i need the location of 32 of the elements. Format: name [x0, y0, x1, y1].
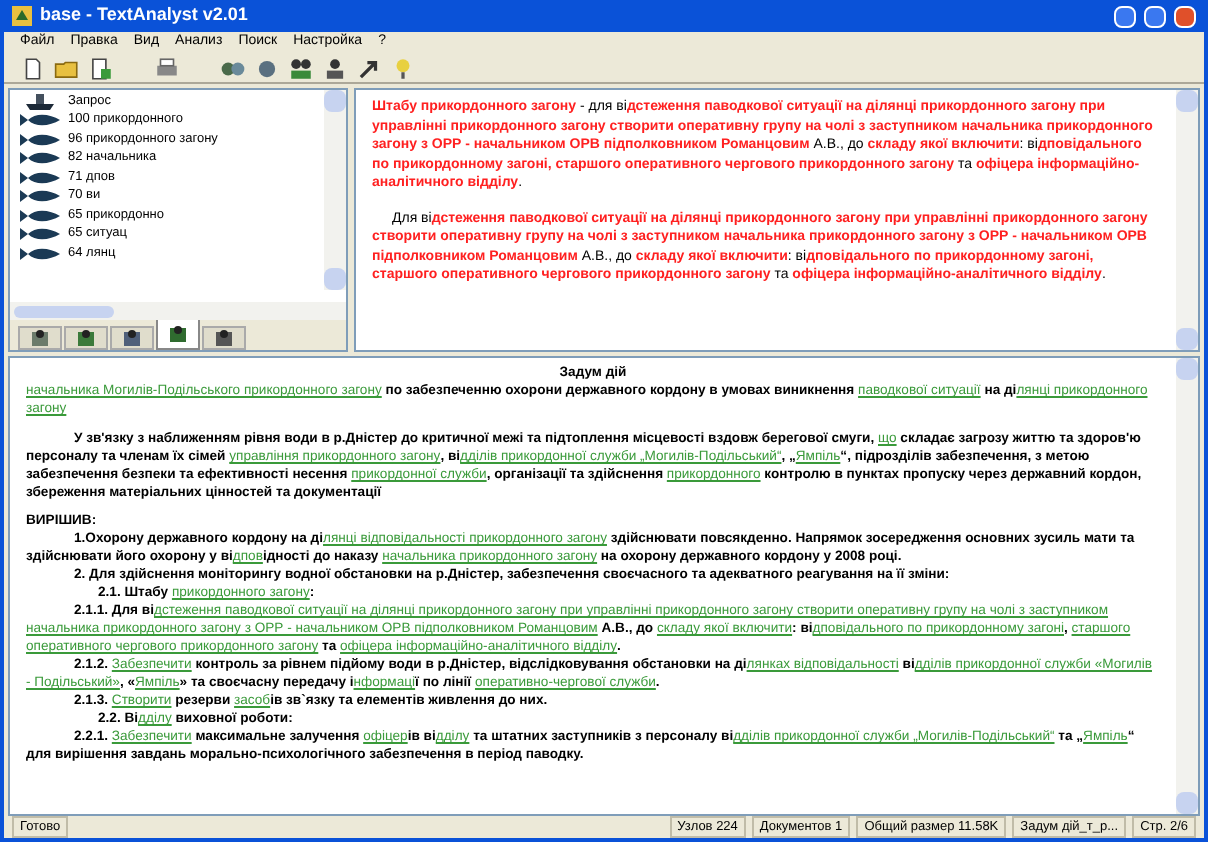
- fish-icon: [18, 169, 62, 186]
- fish-icon: [18, 245, 62, 262]
- new-file-icon[interactable]: [20, 55, 46, 81]
- fish-icon: [18, 131, 62, 148]
- minimize-button[interactable]: [1114, 5, 1136, 27]
- window-title: base - TextAnalyst v2.01: [40, 2, 248, 29]
- fish-icon: [18, 207, 62, 224]
- view-tab[interactable]: [202, 326, 246, 350]
- horizontal-scrollbar[interactable]: [10, 302, 346, 320]
- tab-icon: [120, 327, 144, 349]
- fish-icon: [18, 226, 62, 243]
- view-tab[interactable]: [156, 320, 200, 350]
- app-icon: [12, 6, 32, 26]
- document-icon[interactable]: [88, 55, 114, 81]
- tab-icon: [74, 327, 98, 349]
- fish-icon: [18, 188, 62, 205]
- tab-icon: [166, 323, 190, 345]
- scrollbar[interactable]: [1176, 90, 1198, 350]
- printer-icon[interactable]: [154, 55, 180, 81]
- scrollbar[interactable]: [324, 90, 346, 290]
- close-button[interactable]: [1174, 5, 1196, 27]
- fish-icon: [18, 112, 62, 129]
- tab-icon: [212, 327, 236, 349]
- maximize-button[interactable]: [1144, 5, 1166, 27]
- scrollbar[interactable]: [1176, 358, 1198, 814]
- fish-icon: [18, 150, 62, 167]
- view-tab[interactable]: [18, 326, 62, 350]
- arrow-icon[interactable]: [356, 55, 382, 81]
- tab-icon: [28, 327, 52, 349]
- view-tab[interactable]: [110, 326, 154, 350]
- ship-icon: [22, 92, 58, 111]
- view-tab[interactable]: [64, 326, 108, 350]
